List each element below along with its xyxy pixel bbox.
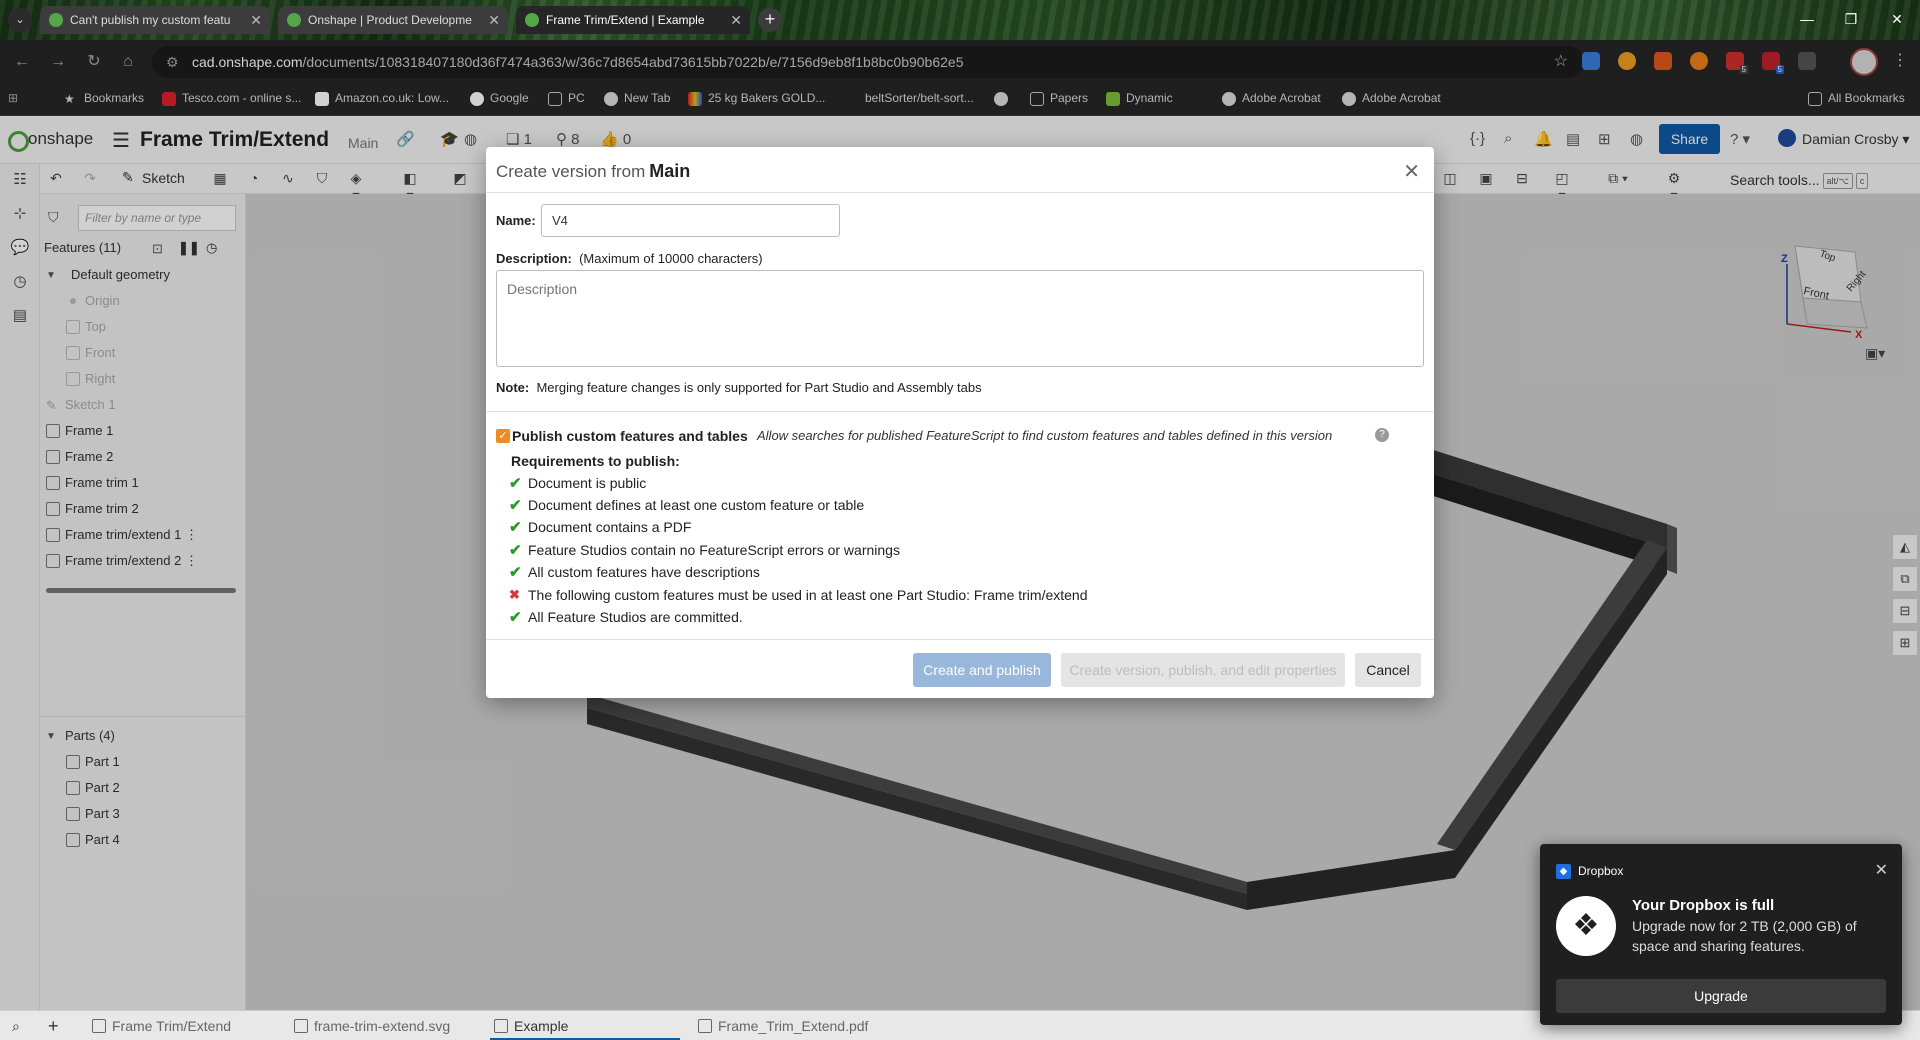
check-icon: ✔ (509, 564, 522, 581)
version-name-input[interactable] (541, 204, 840, 237)
check-icon: ✔ (509, 609, 522, 626)
create-version-dialog: Create version fromMain ✕ Name: Descript… (486, 147, 1434, 698)
restore-window-icon[interactable]: ❐ (1836, 8, 1866, 30)
browser-tab-2[interactable]: Onshape | Product Developme ✕ (278, 6, 508, 34)
tab-feature-studio[interactable]: Example (490, 1011, 680, 1040)
divider (486, 639, 1434, 640)
note: Note: Merging feature changes is only su… (496, 380, 982, 395)
minimize-window-icon[interactable]: — (1792, 8, 1822, 30)
create-publish-edit-button[interactable]: Create version, publish, and edit proper… (1061, 653, 1345, 687)
close-icon[interactable]: ✕ (488, 6, 500, 34)
name-label: Name: (496, 213, 536, 228)
requirement-item-failed: ✖ The following custom features must be u… (509, 587, 1088, 603)
description-label: Description: (Maximum of 10000 character… (496, 251, 763, 266)
divider (486, 192, 1434, 193)
requirement-item: ✔ Document contains a PDF (509, 519, 692, 536)
check-icon: ✔ (509, 542, 522, 559)
publish-hint: Allow searches for published FeatureScri… (757, 428, 1333, 443)
onshape-favicon-icon (287, 13, 301, 27)
browser-tab-title: Frame Trim/Extend | Example (546, 13, 705, 27)
image-file-icon (294, 1019, 308, 1033)
requirements-title: Requirements to publish: (511, 453, 680, 469)
new-tab-button[interactable]: + (758, 8, 782, 32)
close-window-icon[interactable]: ✕ (1882, 8, 1912, 30)
cross-icon: ✖ (509, 587, 520, 602)
close-icon[interactable]: ✕ (1403, 159, 1420, 184)
dialog-title: Create version from Main (496, 161, 691, 181)
create-and-publish-button[interactable]: Create and publish (913, 653, 1051, 687)
tab-svg-file[interactable]: frame-trim-extend.svg (290, 1011, 450, 1040)
pdf-file-icon (698, 1019, 712, 1033)
browser-tab-1[interactable]: Can't publish my custom featu ✕ (40, 6, 270, 34)
close-icon[interactable]: ✕ (250, 6, 262, 34)
browser-tab-3[interactable]: Frame Trim/Extend | Example ✕ (516, 6, 750, 34)
tab-pdf-file[interactable]: Frame_Trim_Extend.pdf (694, 1011, 868, 1040)
close-icon[interactable]: ✕ (730, 6, 742, 34)
requirement-item: ✔ All custom features have descriptions (509, 564, 760, 581)
notification-title: Your Dropbox is full (1632, 897, 1775, 914)
dropbox-notification: ◆ Dropbox ✕ ❖ Your Dropbox is full Upgra… (1540, 844, 1902, 1025)
requirement-item: ✔ Document defines at least one custom fe… (509, 497, 865, 514)
tab-search-button[interactable]: ⌄ (8, 8, 32, 32)
dropbox-logo-icon: ❖ (1556, 896, 1616, 956)
tab-manager-icon[interactable]: ⌕ (4, 1011, 20, 1040)
tab-part-studio[interactable]: Frame Trim/Extend (88, 1011, 231, 1040)
publish-checkbox[interactable]: ✓ (496, 429, 510, 443)
check-icon: ✔ (509, 475, 522, 492)
browser-tab-title: Onshape | Product Developme (308, 13, 472, 27)
cancel-button[interactable]: Cancel (1355, 653, 1421, 687)
publish-label[interactable]: Publish custom features and tables (512, 428, 748, 444)
close-icon[interactable]: ✕ (1875, 860, 1888, 880)
part-studio-icon (92, 1019, 106, 1033)
add-tab-button[interactable]: + (42, 1011, 59, 1040)
upgrade-button[interactable]: Upgrade (1556, 979, 1886, 1013)
browser-tab-title: Can't publish my custom featu (70, 13, 231, 27)
help-icon[interactable]: ? (1375, 428, 1389, 442)
onshape-favicon-icon (49, 13, 63, 27)
notification-app-name: Dropbox (1578, 864, 1624, 878)
requirement-item: ✔ All Feature Studios are committed. (509, 609, 743, 626)
check-icon: ✔ (509, 519, 522, 536)
requirement-item: ✔ Feature Studios contain no FeatureScrip… (509, 542, 900, 559)
dropbox-icon: ◆ (1556, 864, 1571, 879)
divider (486, 411, 1434, 412)
notification-body: Upgrade now for 2 TB (2,000 GB) of space… (1632, 918, 1857, 954)
description-textarea[interactable] (496, 270, 1424, 367)
requirement-item: ✔ Document is public (509, 475, 647, 492)
feature-studio-icon (494, 1019, 508, 1033)
check-icon: ✔ (509, 497, 522, 514)
onshape-favicon-icon (525, 13, 539, 27)
